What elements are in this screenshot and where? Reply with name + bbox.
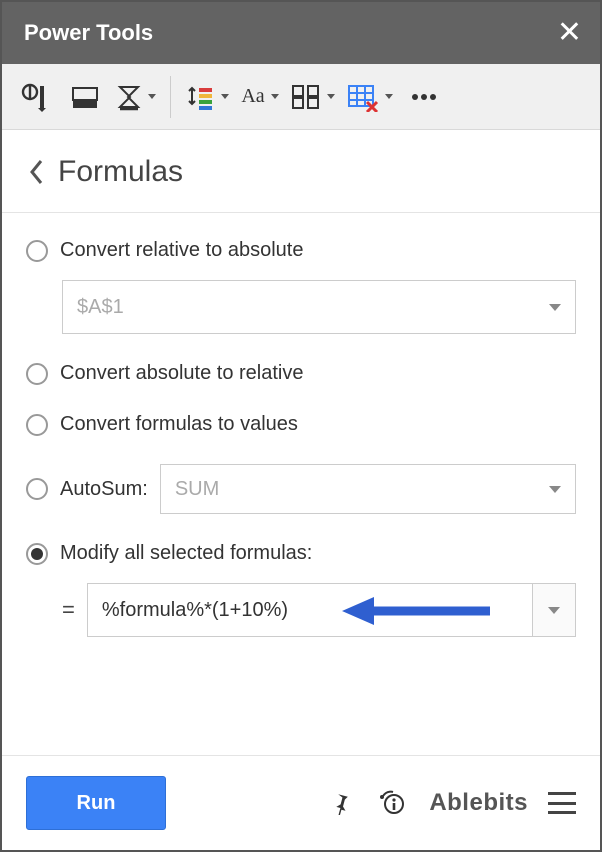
option-convert-to-values[interactable]: Convert formulas to values	[26, 413, 576, 436]
option-modify-formulas[interactable]: Modify all selected formulas:	[26, 542, 576, 565]
info-icon[interactable]	[373, 785, 409, 821]
option-label: Modify all selected formulas:	[60, 542, 312, 565]
modify-formula-input-group: %formula%*(1+10%)	[87, 583, 576, 637]
app-title: Power Tools	[24, 20, 153, 46]
equals-sign: =	[62, 597, 75, 623]
chevron-down-icon	[327, 94, 335, 99]
close-icon[interactable]: ✕	[557, 18, 582, 48]
process-icon[interactable]	[62, 74, 108, 120]
chevron-down-icon	[548, 607, 560, 614]
split-icon[interactable]	[287, 74, 339, 120]
absolute-ref-select[interactable]: $A$1	[62, 280, 576, 334]
sort-icon[interactable]	[181, 74, 233, 120]
input-value: %formula%*(1+10%)	[102, 599, 288, 622]
sigma-icon[interactable]	[112, 74, 160, 120]
title-bar: Power Tools ✕	[2, 2, 600, 64]
option-label: Convert formulas to values	[60, 413, 298, 436]
chevron-down-icon	[385, 94, 393, 99]
modify-formula-row: = %formula%*(1+10%)	[62, 583, 576, 637]
chevron-down-icon	[549, 486, 561, 493]
toolbar-separator	[170, 76, 171, 118]
chevron-down-icon	[221, 94, 229, 99]
select-value: SUM	[175, 478, 219, 501]
options-panel: Convert relative to absolute $A$1 Conver…	[2, 213, 600, 755]
toolbar: Aa	[2, 64, 600, 130]
option-autosum[interactable]: AutoSum: SUM	[26, 464, 576, 514]
option-label: Convert relative to absolute	[60, 239, 303, 262]
clear-icon[interactable]	[343, 74, 397, 120]
brand-label: Ablebits	[429, 789, 528, 817]
text-case-icon[interactable]: Aa	[237, 74, 283, 120]
radio-icon[interactable]	[26, 240, 48, 262]
select-value: $A$1	[77, 296, 124, 319]
option-convert-abs-to-rel[interactable]: Convert absolute to relative	[26, 362, 576, 385]
radio-icon[interactable]	[26, 478, 48, 500]
breadcrumb: Formulas	[2, 130, 600, 213]
modify-formula-input[interactable]: %formula%*(1+10%)	[87, 583, 532, 637]
chevron-down-icon	[271, 94, 279, 99]
option-label: Convert absolute to relative	[60, 362, 303, 385]
menu-icon[interactable]	[548, 792, 576, 814]
chevron-down-icon	[549, 304, 561, 311]
run-button[interactable]: Run	[26, 776, 166, 830]
text-aa-glyph: Aa	[241, 85, 264, 108]
radio-icon[interactable]	[26, 363, 48, 385]
more-icon[interactable]	[401, 74, 447, 120]
back-icon[interactable]	[24, 154, 48, 190]
radio-icon[interactable]	[26, 414, 48, 436]
option-label: AutoSum:	[60, 478, 148, 501]
smart-toolbar-icon[interactable]	[12, 74, 58, 120]
modify-formula-dropdown[interactable]	[532, 583, 576, 637]
chevron-down-icon	[148, 94, 156, 99]
autosum-function-select[interactable]: SUM	[160, 464, 576, 514]
pin-icon[interactable]	[323, 785, 359, 821]
radio-icon[interactable]	[26, 543, 48, 565]
footer-bar: Run Ablebits	[2, 755, 600, 850]
page-title: Formulas	[58, 155, 183, 189]
option-convert-rel-to-abs[interactable]: Convert relative to absolute	[26, 239, 576, 262]
